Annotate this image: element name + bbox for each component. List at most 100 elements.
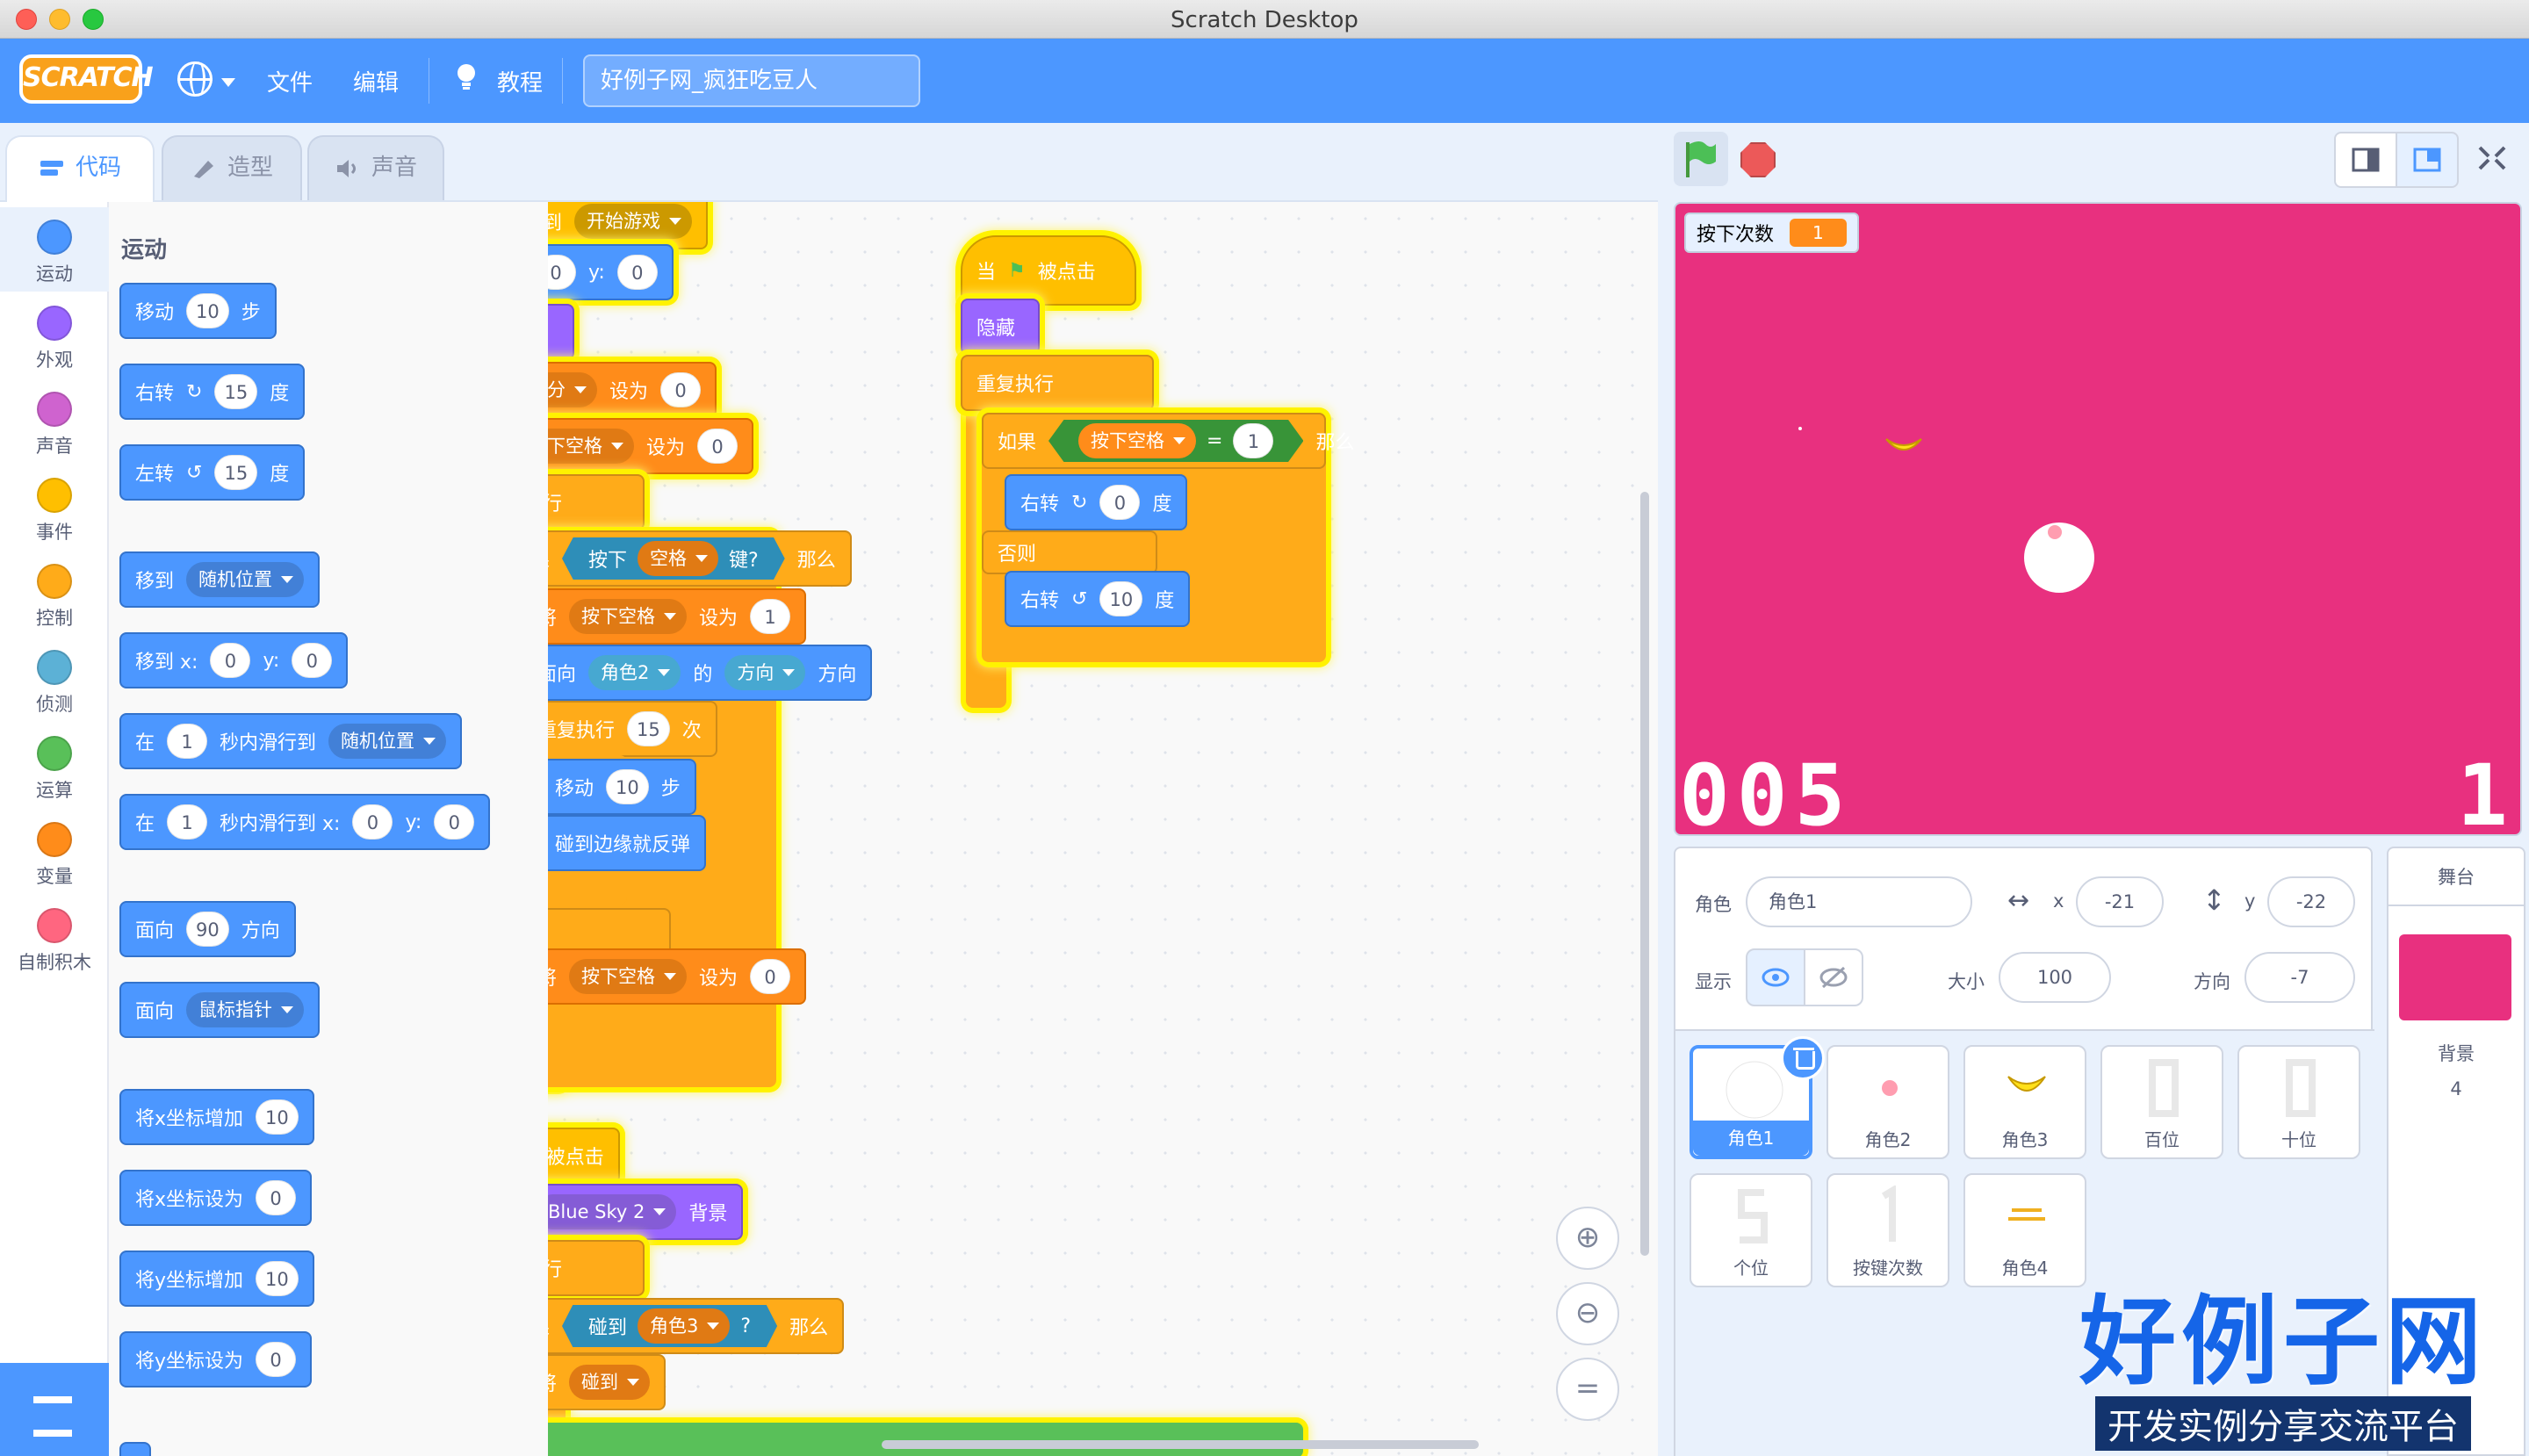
forever2-label[interactable]: 重复执行 (548, 1240, 645, 1296)
sprite-name-input[interactable]: 角色1 (1746, 876, 1972, 927)
x-input[interactable]: -21 (2076, 876, 2164, 927)
goto-xy-script-block[interactable]: 移到0y:0 (548, 244, 674, 300)
file-menu[interactable]: 文件 (267, 65, 313, 97)
move-steps-block[interactable]: 移动 10 步 (119, 283, 277, 339)
category-looks[interactable]: 外观 (0, 293, 109, 378)
forever-label[interactable]: 重复执行 (548, 474, 645, 530)
partial-operator-block[interactable] (548, 1423, 1303, 1456)
move-10-block[interactable]: 移动 10 步 (548, 759, 696, 815)
when-flag-clicked-block[interactable]: 当⚑被点击 (548, 1128, 620, 1184)
category-variables[interactable]: 变量 (0, 810, 109, 894)
zoom-out-button[interactable]: ⊖ (1556, 1282, 1619, 1345)
category-motion[interactable]: 运动 (0, 207, 109, 292)
sprite-thumb-1[interactable]: 角色1 (1690, 1036, 1825, 1159)
pacman-sprite[interactable] (2021, 520, 2097, 595)
category-sensing[interactable]: 侦测 (0, 638, 109, 722)
sprite-thumb-label: 百位 (2144, 1129, 2180, 1150)
stop-button[interactable] (1740, 142, 1776, 177)
change-x-block[interactable]: 将x坐标增加 10 (119, 1089, 314, 1145)
hide-block[interactable]: 隐藏 (961, 299, 1040, 355)
turn-left-block[interactable]: 左转 ↺ 15 度 (119, 444, 306, 501)
category-operators[interactable]: 运算 (0, 724, 109, 808)
vertical-scrollbar[interactable] (1640, 492, 1649, 1256)
horizontal-scrollbar[interactable] (882, 1440, 1479, 1449)
category-control[interactable]: 控制 (0, 551, 109, 636)
touch-block[interactable]: 将碰到 (548, 1354, 666, 1410)
goto-block[interactable]: 移到 随机位置 (119, 551, 321, 608)
green-flag-button[interactable] (1674, 132, 1728, 186)
set-presses-1-block[interactable]: 将按下空格设为1 (548, 588, 807, 645)
press-count-digit[interactable]: 1 (2457, 746, 2515, 834)
set-presses-block[interactable]: 将按下空格设为0 (548, 418, 754, 474)
bounce-block[interactable]: 碰到边缘就反弹 (548, 815, 707, 871)
glide-xy-block[interactable]: 在 1 秒内滑行到 x: 0 y: 0 (119, 794, 491, 850)
right-turn-0-block[interactable]: 右转 ↻ 0 度 (1005, 474, 1188, 530)
variable-monitor[interactable]: 按下次数 1 (1684, 213, 1859, 253)
tab-code[interactable]: 代码 (5, 135, 155, 202)
sprite-thumb-5[interactable]: 十位 (2237, 1045, 2360, 1159)
right-turn-10-block[interactable]: 右转 ↺ 10 度 (1005, 571, 1191, 627)
scratch-logo[interactable]: SCRATCH (19, 54, 154, 104)
small-stage-button[interactable] (2334, 132, 2397, 188)
delete-sprite-button[interactable] (1781, 1036, 1825, 1080)
sprite-thumb-label: 角色4 (2001, 1258, 2049, 1279)
zoom-in-button[interactable]: ⊕ (1556, 1207, 1619, 1270)
goto-xy-block[interactable]: 移到 x: 0 y: 0 (119, 632, 349, 688)
sprite-thumb-2[interactable]: 角色2 (1826, 1045, 1949, 1159)
right-forever-block[interactable]: 重复执行 (961, 355, 1154, 411)
fullscreen-button[interactable] (2464, 132, 2520, 188)
sprite-thumb-8[interactable]: 角色4 (1963, 1173, 2086, 1287)
tab-sounds[interactable]: 声音 (307, 135, 444, 202)
tutorials-menu[interactable]: 教程 (497, 65, 543, 97)
sprite-thumb-4[interactable]: 百位 (2100, 1045, 2223, 1159)
tab-sounds-label: 声音 (371, 155, 417, 181)
turn-right-block[interactable]: 右转 ↻ 15 度 (119, 364, 306, 420)
sprite-thumb-3[interactable]: 角色3 (1963, 1045, 2086, 1159)
set-score-block[interactable]: 将得分设为0 (548, 362, 717, 418)
y-input[interactable]: -22 (2267, 876, 2355, 927)
block-palette: 运动 移动 10 步 右转 ↻ 15 度 左转 ↺ 15 度 移到 随机位置 移到 x: 0 y: 0 … (109, 202, 548, 1456)
palette-heading: 运动 (121, 237, 168, 263)
set-presses-0-block[interactable]: 将按下空格设为0 (548, 948, 807, 1005)
change-y-block[interactable]: 将y坐标增加 10 (119, 1251, 314, 1307)
sprite-thumb-6[interactable]: 个位 (1690, 1173, 1812, 1287)
size-input[interactable]: 100 (1999, 952, 2111, 1003)
globe-icon[interactable] (177, 61, 213, 97)
point-towards-block[interactable]: 面向 鼠标指针 (119, 982, 321, 1038)
set-y-block[interactable]: 将y坐标设为 0 (119, 1331, 313, 1388)
direction-input[interactable]: -7 (2244, 952, 2355, 1003)
if-key-block[interactable]: 如果按下空格键?那么 (548, 530, 852, 587)
stage[interactable]: 按下次数 1 005 1 (1674, 202, 2522, 836)
add-extension-button[interactable] (0, 1363, 109, 1456)
category-events[interactable]: 事件 (0, 465, 109, 550)
backdrops-count: 4 (2450, 1078, 2462, 1099)
repeat-block[interactable]: 重复执行15次 (548, 701, 717, 757)
dot-sprite[interactable] (1798, 427, 1802, 430)
project-title-input[interactable]: 好例子网_疯狂吃豆人 (583, 54, 920, 107)
right-when-flag-block[interactable]: 当 ⚑ 被点击 (961, 235, 1136, 306)
script-workspace[interactable]: 当接收到开始游戏 移到0y:0 显示 将得分设为0 将按下空格设为0 重复执行 … (548, 202, 1658, 1456)
switch-backdrop-block[interactable]: 换成Blue Sky 2背景 (548, 1184, 744, 1240)
show-sprite-toggle[interactable] (1746, 948, 1805, 1006)
when-receive-block[interactable]: 当接收到开始游戏 (548, 202, 709, 249)
category-my-blocks[interactable]: 自制积木 (0, 896, 109, 980)
edit-menu[interactable]: 编辑 (353, 65, 399, 97)
hide-sprite-toggle[interactable] (1804, 948, 1863, 1006)
banana-sprite[interactable] (1884, 434, 1923, 460)
motion-dot-icon (37, 220, 72, 255)
score-digits[interactable]: 005 (1679, 746, 1852, 834)
if-touch-block[interactable]: 如果碰到角色3?那么 (548, 1298, 845, 1354)
zoom-reset-button[interactable]: = (1556, 1358, 1619, 1421)
stage-thumbnail[interactable] (2399, 934, 2511, 1020)
glide-block[interactable]: 在 1 秒内滑行到 随机位置 (119, 713, 463, 769)
show-block[interactable]: 显示 (548, 304, 574, 360)
set-x-block[interactable]: 将x坐标设为 0 (119, 1170, 313, 1226)
point-sprite-dir-block[interactable]: 面向角色2的方向方向 (548, 645, 873, 701)
category-sound[interactable]: 声音 (0, 379, 109, 464)
tab-costumes[interactable]: 造型 (162, 135, 302, 202)
partial-block[interactable] (119, 1442, 151, 1456)
normal-stage-button[interactable] (2396, 132, 2459, 188)
point-direction-block[interactable]: 面向 90 方向 (119, 901, 296, 957)
right-if-block[interactable]: 如果 按下空格 = 1 那么 (982, 413, 1354, 469)
sprite-thumb-7[interactable]: 按键次数 (1826, 1173, 1949, 1287)
